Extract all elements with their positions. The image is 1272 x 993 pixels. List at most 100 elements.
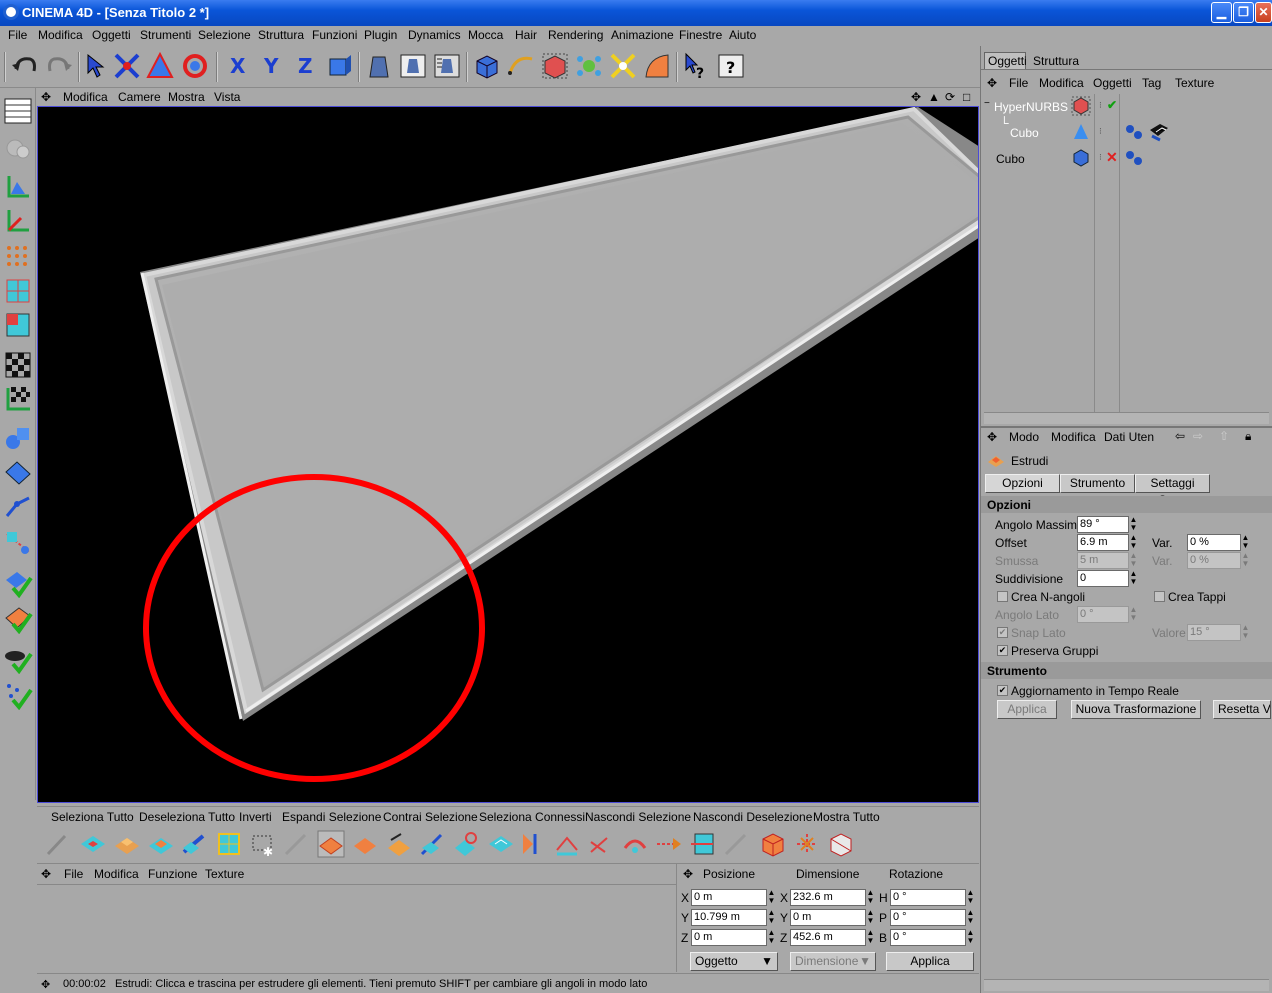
melt-tool-icon[interactable] — [487, 830, 515, 858]
angolo-lato-field[interactable]: 0 ° — [1077, 606, 1129, 623]
x-axis-lock-icon[interactable]: X — [222, 51, 252, 81]
layout-icon[interactable] — [3, 96, 33, 126]
forward-arrow-icon[interactable]: ⇨ — [1193, 429, 1203, 443]
help-pointer-icon[interactable]: ? — [682, 51, 712, 82]
polygon-cube-icon[interactable] — [759, 830, 787, 858]
disconnect-tool-icon[interactable] — [723, 830, 751, 858]
tab-oggetti[interactable]: Oggetti — [984, 52, 1027, 69]
spin-arrows-icon[interactable]: ▲ ▼ — [866, 909, 875, 926]
menu-funzioni[interactable]: Funzioni — [312, 28, 357, 42]
attr-menu-datiuten[interactable]: Dati Uten — [1104, 430, 1154, 444]
minimize-button[interactable]: ▁ — [1211, 2, 1232, 23]
split-tool-icon[interactable] — [689, 830, 717, 858]
objman-menu-tag[interactable]: Tag — [1142, 76, 1161, 90]
objman-menu-file[interactable]: File — [1009, 76, 1028, 90]
maximize-button[interactable]: ❐ — [1233, 2, 1254, 23]
generators-icon[interactable] — [3, 680, 33, 711]
select-all-button[interactable]: Seleziona Tutto — [51, 810, 134, 824]
spin-arrows-icon[interactable]: ▲ ▼ — [767, 929, 776, 946]
smussa-field[interactable]: 5 m — [1077, 552, 1129, 569]
array-icon[interactable] — [574, 51, 604, 81]
coordinate-system-icon[interactable] — [324, 51, 354, 81]
invert-selection-button[interactable]: Inverti — [239, 810, 272, 824]
menu-animazione[interactable]: Animazione — [611, 28, 674, 42]
disabled-x-icon[interactable]: ✕ — [1106, 149, 1118, 166]
objman-move-icon[interactable]: ✥ — [987, 76, 997, 90]
rot-p-field[interactable]: 0 ° — [890, 909, 966, 926]
primitives-icon[interactable] — [3, 424, 33, 454]
subdivide-icon[interactable] — [793, 830, 821, 858]
size-x-field[interactable]: 232.6 m — [790, 889, 866, 906]
menu-finestre[interactable]: Finestre — [679, 28, 722, 42]
spin-arrows-icon[interactable]: ▲ ▼ — [767, 889, 776, 906]
snap-lato-checkbox[interactable]: ✔ — [997, 627, 1008, 638]
menu-plugin[interactable]: Plugin — [364, 28, 397, 42]
select-connected-button[interactable]: Seleziona Connessi — [479, 810, 585, 824]
scene-icon[interactable] — [642, 51, 672, 81]
attr-menu-modo[interactable]: Modo — [1009, 430, 1039, 444]
lock-icon[interactable]: 🔒︎ — [1245, 429, 1251, 444]
xray-icon[interactable] — [3, 644, 33, 675]
viewport-menu-mostra[interactable]: Mostra — [168, 90, 205, 104]
y-axis-lock-icon[interactable]: Y — [256, 51, 286, 81]
smooth-shift-icon[interactable] — [215, 830, 243, 858]
valore-field[interactable]: 15 ° — [1187, 624, 1241, 641]
attr-hscrollbar[interactable] — [984, 979, 1269, 991]
spin-arrows-icon[interactable]: ▲ ▼ — [1129, 534, 1138, 551]
normal-rotate-icon[interactable] — [385, 830, 413, 858]
size-y-field[interactable]: 0 m — [790, 909, 866, 926]
material-menu-funzione[interactable]: Funzione — [148, 867, 197, 881]
viewport-dolly-icon[interactable]: ▲ — [928, 90, 940, 104]
objman-menu-modifica[interactable]: Modifica — [1039, 76, 1084, 90]
back-arrow-icon[interactable]: ⇦ — [1175, 429, 1185, 443]
rot-b-field[interactable]: 0 ° — [890, 929, 966, 946]
iron-tool-icon[interactable] — [621, 830, 649, 858]
tab-strumento[interactable]: Strumento — [1060, 474, 1135, 493]
bridge-tool-icon[interactable] — [419, 830, 447, 858]
spin-arrows-icon[interactable]: ▲ ▼ — [1241, 624, 1250, 641]
objman-hscrollbar[interactable] — [984, 412, 1269, 424]
texture-mode-icon[interactable] — [3, 350, 33, 380]
points-mode-icon[interactable] — [3, 242, 33, 272]
angolo-massimo-field[interactable]: 89 ° — [1077, 516, 1129, 533]
render-view-icon[interactable] — [364, 51, 394, 81]
spin-arrows-icon[interactable]: ▲ ▼ — [1241, 534, 1250, 551]
model-tool-icon[interactable] — [3, 134, 33, 164]
snap-tool-icon[interactable] — [3, 528, 33, 558]
menu-file[interactable]: File — [8, 28, 27, 42]
show-all-button[interactable]: Mostra Tutto — [813, 810, 880, 824]
scale-icon[interactable] — [145, 51, 175, 81]
spin-arrows-icon[interactable]: ▲ ▼ — [1129, 606, 1138, 623]
pos-y-field[interactable]: 10.799 m — [691, 909, 767, 926]
z-axis-lock-icon[interactable]: Z — [290, 51, 320, 81]
polygons-mode-icon[interactable] — [3, 310, 33, 340]
material-menu-file[interactable]: File — [64, 867, 83, 881]
pos-z-field[interactable]: 0 m — [691, 929, 767, 946]
knife-tool-icon[interactable] — [45, 830, 73, 858]
layer-dots-icon[interactable]: ⁝ — [1099, 100, 1102, 111]
realtime-update-checkbox[interactable]: ✔ — [997, 685, 1008, 696]
reset-values-button[interactable]: Resetta V — [1213, 700, 1271, 719]
close-button[interactable]: ✕ — [1255, 2, 1272, 23]
grow-selection-button[interactable]: Espandi Selezione — [282, 810, 381, 824]
enable-snap-icon[interactable] — [3, 568, 33, 599]
hide-unselected-button[interactable]: Nascondi Deselezione — [693, 810, 812, 824]
viewport-maximize-icon[interactable]: □ — [963, 90, 970, 104]
mirror-tool-icon[interactable] — [519, 830, 547, 858]
crea-nangoli-checkbox[interactable] — [997, 591, 1008, 602]
offset-var-field[interactable]: 0 % — [1187, 534, 1241, 551]
slide-tool-icon[interactable] — [587, 830, 615, 858]
objman-menu-texture[interactable]: Texture — [1175, 76, 1214, 90]
menu-mocca[interactable]: Mocca — [468, 28, 503, 42]
deformer-icon[interactable] — [608, 51, 638, 81]
viewport-move-icon[interactable]: ✥ — [41, 90, 51, 104]
3d-viewport[interactable] — [37, 106, 979, 803]
render-settings-icon[interactable] — [432, 51, 462, 81]
material-move-icon[interactable]: ✥ — [41, 867, 51, 881]
joint-tool-icon[interactable] — [3, 492, 33, 522]
viewport-rotate-icon[interactable]: ⟳ — [945, 90, 955, 104]
hypernurbs-icon[interactable] — [540, 51, 570, 81]
bevel-tool-icon[interactable] — [79, 830, 107, 858]
pos-x-field[interactable]: 0 m — [691, 889, 767, 906]
menu-dynamics[interactable]: Dynamics — [408, 28, 461, 42]
